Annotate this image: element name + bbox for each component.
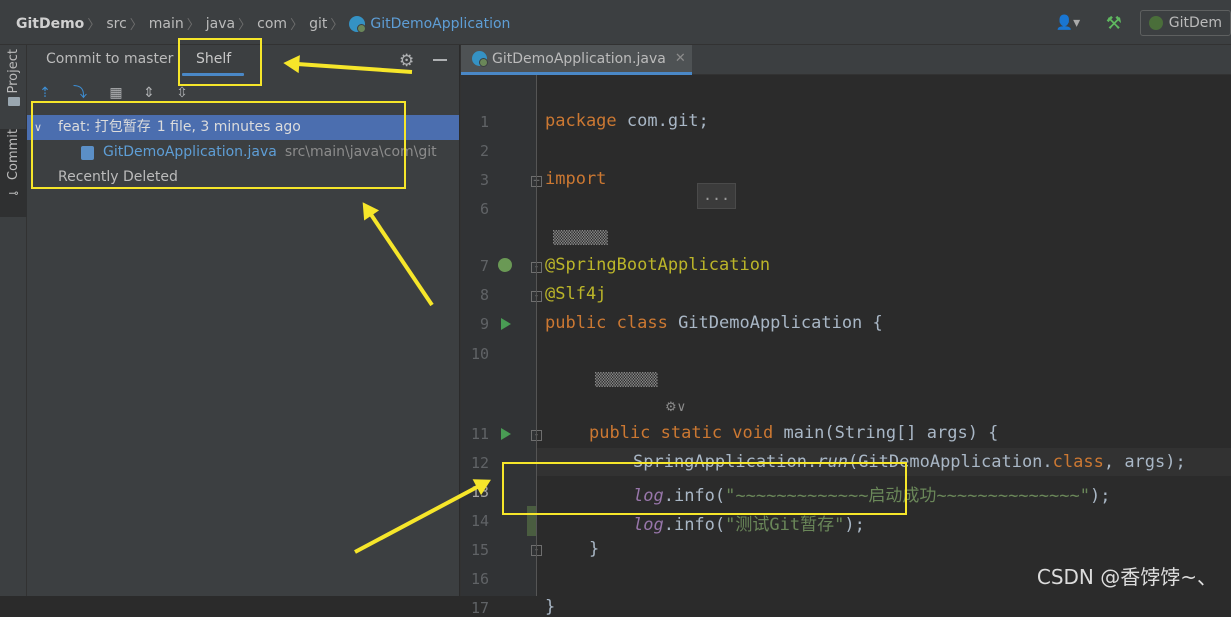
breadcrumb-java[interactable]: java [206, 16, 235, 32]
line-number: 8 [479, 286, 489, 304]
folded-imports[interactable]: ... [697, 183, 737, 209]
code-line: public class GitDemoApplication { [545, 313, 883, 333]
tool-tab-project[interactable]: Project [0, 49, 27, 125]
line-number: 2 [479, 142, 489, 160]
line-number: 14 [470, 512, 489, 530]
run-icon[interactable] [501, 318, 511, 330]
code-line: package com.git; [545, 111, 709, 131]
code-line: public static void main(String[] args) { [589, 423, 998, 443]
code-token: public static void [589, 423, 774, 443]
run-icon[interactable] [501, 428, 511, 440]
line-number: 17 [470, 599, 489, 617]
breadcrumb-separator-icon: 〉 [238, 18, 252, 33]
code-token: package [545, 111, 617, 131]
line-number: 9 [479, 315, 489, 333]
line-number: 15 [470, 541, 489, 559]
breadcrumb-project[interactable]: GitDemo [16, 16, 84, 32]
annotation-box-code [502, 462, 907, 515]
shelve-merge-icon[interactable]: ⤵ [71, 84, 89, 102]
code-line: @SpringBootApplication [545, 255, 771, 275]
unshelve-icon[interactable]: ⇡ [36, 84, 54, 102]
line-number: 10 [470, 345, 489, 363]
build-hammer-icon[interactable]: ⚒ [1106, 13, 1130, 34]
code-line: } [545, 597, 556, 617]
annotation-box-shelf-list [31, 101, 406, 189]
code-token: ); [1089, 486, 1111, 506]
blurred-comment: ▒▒▒▒▒▒▒▒ [595, 373, 658, 388]
watermark: CSDN @香饽饽~、 [1036, 565, 1217, 589]
editor-tab-gitdemoapplication[interactable]: GitDemoApplication.java ✕ [461, 45, 692, 75]
line-number: 6 [479, 200, 489, 218]
code-area[interactable]: package com.git; import ... ▒▒▒▒▒▒▒ @Spr… [536, 75, 1231, 617]
code-line: @Slf4j [545, 284, 607, 304]
tool-tab-commit[interactable]: Commit ⊸ [0, 129, 27, 217]
breadcrumb-separator-icon: 〉 [290, 18, 304, 33]
breadcrumb-separator-icon: 〉 [87, 18, 101, 33]
code-token: GitDemoApplication { [667, 313, 883, 333]
breadcrumb-separator-icon: 〉 [330, 18, 344, 33]
editor-tab-bar: GitDemoApplication.java ✕ [461, 45, 1231, 75]
run-configuration-label: GitDem [1168, 15, 1222, 31]
code-line: } [589, 539, 600, 559]
code-token: ); [844, 515, 865, 535]
expand-all-icon[interactable]: ⇕ [140, 84, 158, 102]
breadcrumb-src[interactable]: src [106, 16, 126, 32]
code-token: com.git; [616, 111, 709, 131]
run-configuration-selector[interactable]: GitDem [1139, 10, 1231, 36]
code-line: import [545, 169, 606, 189]
minimize-icon[interactable] [433, 59, 447, 61]
tab-commit-to-master[interactable]: Commit to master [46, 51, 173, 67]
spring-class-icon [472, 51, 488, 67]
tool-tab-project-label: Project [6, 49, 21, 94]
code-token: public class [545, 313, 668, 333]
nav-toolbar: 👤▾ ⚒ GitDem [1056, 10, 1231, 36]
inlay-hint-icon[interactable]: ⚙∨ [665, 400, 686, 415]
collapse-all-icon[interactable]: ⇳ [173, 84, 191, 102]
line-number: 16 [470, 570, 489, 588]
breadcrumb-separator-icon: 〉 [129, 18, 143, 33]
breadcrumb-git[interactable]: git [309, 16, 327, 32]
code-token: class [1052, 452, 1104, 472]
editor-gutter: 1 2 3 6 7 8 9 10 11 12 13 14 15 16 17 + … [461, 75, 542, 617]
line-number: 11 [470, 425, 489, 443]
gear-icon[interactable]: ⚙ [399, 51, 414, 71]
code-token: .info( [663, 515, 726, 535]
spring-class-icon [349, 15, 367, 33]
breadcrumb: GitDemo 〉 src 〉 main 〉 java 〉 com 〉 git 〉 GitD… [16, 14, 510, 33]
spring-bean-icon[interactable] [498, 258, 512, 272]
breadcrumb-file[interactable]: GitDemoApplication [370, 16, 510, 32]
tool-tab-commit-label: Commit [6, 129, 21, 181]
line-number: 3 [479, 171, 489, 189]
breadcrumb-separator-icon: 〉 [186, 18, 200, 33]
annotation-box-shelf-tab [178, 38, 262, 86]
code-token: main(String[] args) { [773, 423, 999, 443]
commit-icon: ⊸ [8, 186, 19, 201]
blurred-comment: ▒▒▒▒▒▒▒ [553, 231, 608, 246]
code-token: log [633, 515, 664, 535]
line-number: 12 [470, 454, 489, 472]
editor-tab-label: GitDemoApplication.java [492, 50, 666, 67]
folder-icon [7, 97, 20, 107]
breadcrumb-com[interactable]: com [257, 16, 287, 32]
close-icon[interactable]: ✕ [675, 51, 686, 66]
user-account-icon[interactable]: 👤▾ [1056, 15, 1090, 31]
line-number: 1 [479, 113, 489, 131]
group-by-icon[interactable]: ▦ [107, 84, 125, 102]
spring-boot-icon [1148, 16, 1163, 30]
line-number: 7 [479, 257, 489, 275]
code-token: , args); [1103, 452, 1186, 472]
code-token: "测试Git暂存" [725, 515, 845, 535]
left-tool-strip: Project Commit ⊸ [0, 45, 27, 596]
code-token: import [545, 169, 607, 189]
breadcrumb-main[interactable]: main [149, 16, 184, 32]
